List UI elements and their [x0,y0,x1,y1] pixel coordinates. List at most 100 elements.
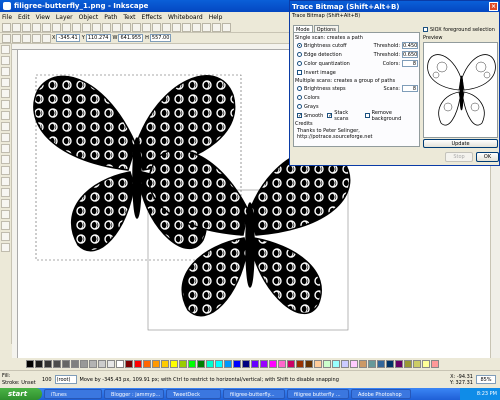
color-swatch[interactable] [395,360,403,368]
eraser-tool-icon[interactable] [1,199,10,208]
menu-layer[interactable]: Layer [56,14,73,21]
pen-tool-icon[interactable] [1,155,10,164]
task-inkscape[interactable]: filigree-butterfly... [223,389,285,399]
new-document-icon[interactable] [2,22,11,32]
text-tool-icon[interactable] [1,177,10,186]
color-swatch[interactable] [287,360,295,368]
color-swatch[interactable] [404,360,412,368]
color-swatch[interactable] [161,360,169,368]
fill-stroke-icon[interactable] [182,22,191,32]
color-swatch[interactable] [305,360,313,368]
task-blogger[interactable]: Blogger : jammyp... [104,389,164,399]
h-field[interactable]: 557.00 [149,34,172,42]
siox-checkbox[interactable] [423,27,428,32]
colors-input[interactable]: 8 [402,60,418,67]
dropper-tool-icon[interactable] [1,232,10,241]
ellipse-tool-icon[interactable] [1,111,10,120]
color-quantization-row[interactable]: Color quantization Colors: 8 [295,59,418,68]
clone-icon[interactable] [152,22,161,32]
selector-tool-icon[interactable] [1,45,10,54]
task-itunes[interactable]: iTunes [44,389,102,399]
menu-whiteboard[interactable]: Whiteboard [168,14,203,21]
copy-icon[interactable] [82,22,91,32]
stop-button[interactable]: Stop [445,152,473,162]
brightness-cutoff-row[interactable]: Brightness cutoff Threshold: 0.450 [295,41,418,50]
zoom-drawing-icon[interactable] [122,22,131,32]
edge-threshold-input[interactable]: 0.650 [402,51,418,58]
color-swatch[interactable] [53,360,61,368]
task-filigree[interactable]: filigree butterfly ... [287,389,349,399]
zoom-page-icon[interactable] [132,22,141,32]
color-swatch[interactable] [260,360,268,368]
invert-image-row[interactable]: Invert image [295,68,418,77]
print-icon[interactable] [32,22,41,32]
open-icon[interactable] [12,22,21,32]
color-swatch[interactable] [116,360,124,368]
color-swatch[interactable] [62,360,70,368]
color-swatch[interactable] [251,360,259,368]
menu-view[interactable]: View [36,14,50,21]
color-swatch[interactable] [206,360,214,368]
flip-h-icon[interactable] [32,33,41,43]
color-swatch[interactable] [107,360,115,368]
menu-text[interactable]: Text [123,14,135,21]
grays-radio[interactable] [297,104,302,109]
color-swatch[interactable] [134,360,142,368]
spray-tool-icon[interactable] [1,188,10,197]
color-swatch[interactable] [179,360,187,368]
brightness-steps-row[interactable]: Brightness steps Scans: 8 [295,84,418,93]
duplicate-icon[interactable] [142,22,151,32]
scans-input[interactable]: 8 [402,85,418,92]
invert-image-checkbox[interactable] [297,70,302,75]
color-swatch[interactable] [377,360,385,368]
color-swatch[interactable] [233,360,241,368]
menu-edit[interactable]: Edit [18,14,30,21]
update-button[interactable]: Update [423,139,498,148]
edge-detection-radio[interactable] [297,52,302,57]
color-swatch[interactable] [323,360,331,368]
node-tool-icon[interactable] [1,56,10,65]
menu-file[interactable]: File [2,14,12,21]
rectangle-tool-icon[interactable] [1,89,10,98]
color-swatch[interactable] [242,360,250,368]
color-swatch[interactable] [35,360,43,368]
color-swatch[interactable] [431,360,439,368]
color-swatch[interactable] [350,360,358,368]
stack-scans-checkbox[interactable]: ✓ [327,113,333,119]
rotate-ccw-icon[interactable] [12,33,21,43]
color-swatch[interactable] [296,360,304,368]
color-swatch[interactable] [278,360,286,368]
menu-effects[interactable]: Effects [142,14,162,21]
tweak-tool-icon[interactable] [1,67,10,76]
zoom-tool-icon[interactable] [1,78,10,87]
menu-path[interactable]: Path [104,14,117,21]
select-all-icon[interactable] [2,33,11,43]
color-swatch[interactable] [188,360,196,368]
spiral-tool-icon[interactable] [1,133,10,142]
import-icon[interactable] [42,22,51,32]
connector-tool-icon[interactable] [1,243,10,252]
color-swatch[interactable] [332,360,340,368]
colors-row[interactable]: Colors [295,93,418,102]
start-button[interactable]: start [0,388,42,400]
cut-icon[interactable] [92,22,101,32]
brightness-threshold-input[interactable]: 0.450 [402,42,418,49]
color-swatch[interactable] [71,360,79,368]
menu-help[interactable]: Help [209,14,223,21]
save-icon[interactable] [22,22,31,32]
ungroup-icon[interactable] [172,22,181,32]
color-swatch[interactable] [44,360,52,368]
menu-object[interactable]: Object [79,14,99,21]
color-swatch[interactable] [98,360,106,368]
close-icon[interactable]: × [489,2,498,11]
fill-stroke-indicator[interactable]: Fill: Stroke: Unset [2,373,42,387]
color-swatch[interactable] [224,360,232,368]
edge-detection-row[interactable]: Edge detection Threshold: 0.650 [295,50,418,59]
colors-radio[interactable] [297,95,302,100]
color-swatch[interactable] [368,360,376,368]
xml-editor-icon[interactable] [202,22,211,32]
color-swatch[interactable] [26,360,34,368]
siox-row[interactable]: SIOX foreground selection [423,25,499,34]
zoom-field[interactable]: 85% [476,375,496,384]
color-swatch[interactable] [422,360,430,368]
